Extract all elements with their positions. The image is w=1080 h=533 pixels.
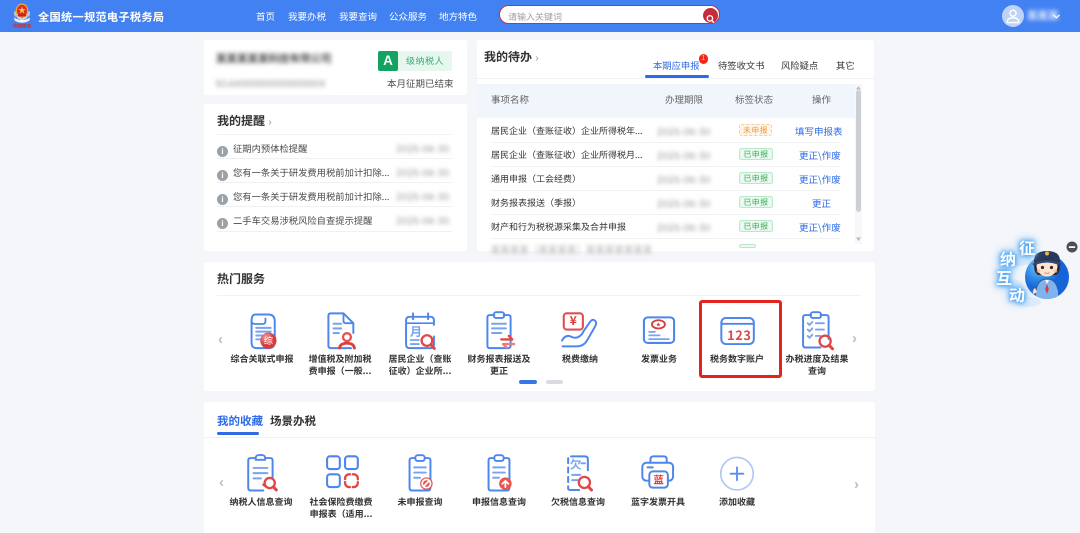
svg-text:欠: 欠 [570,457,582,473]
svg-text:¥: ¥ [570,311,577,329]
svg-text:月: 月 [410,322,422,340]
svg-text:中国税务: 中国税务 [13,23,32,29]
svg-text:动: 动 [1009,282,1025,306]
svg-text:征: 征 [1019,235,1035,259]
svg-text:蓝: 蓝 [653,473,664,488]
svg-text:综: 综 [264,333,273,347]
